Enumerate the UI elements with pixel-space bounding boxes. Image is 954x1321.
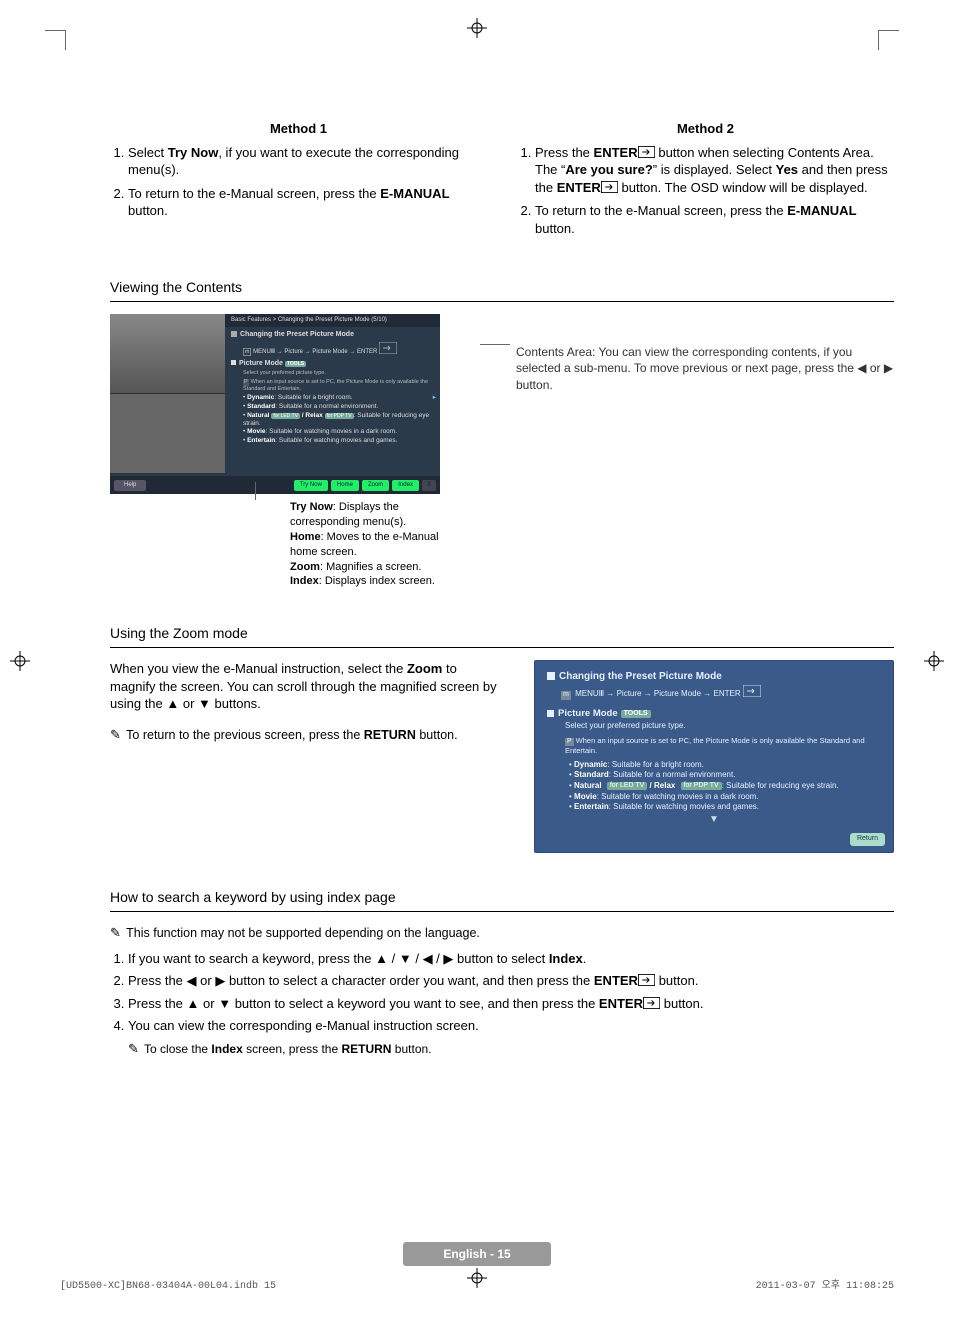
callout-line <box>480 344 510 345</box>
screenshot-index-button: Index <box>392 480 419 491</box>
index-subnote: ✎ To close the Index screen, press the R… <box>128 1040 894 1058</box>
scroll-down-arrow-icon: ▼ <box>547 814 881 826</box>
down-arrow-icon: ▼ <box>198 696 211 711</box>
left-arrow-icon: ◀ <box>187 973 197 988</box>
note-icon: ✎ <box>110 925 121 940</box>
page-number: English - 15 <box>403 1242 550 1266</box>
screenshot-return-button: Return <box>850 833 885 845</box>
zoom-note: ✎ To return to the previous screen, pres… <box>110 726 504 744</box>
section-rule <box>110 301 894 302</box>
screenshot-thumb <box>110 394 225 474</box>
enter-icon <box>601 181 618 193</box>
down-arrow-icon: ▼ <box>399 951 412 966</box>
enter-icon <box>638 146 655 158</box>
section-rule <box>110 647 894 648</box>
screenshot-bullet: • Dynamic: Suitable for a bright room. <box>243 394 434 402</box>
screenshot-bullet: Standard: Suitable for a normal environm… <box>569 770 881 780</box>
screenshot-bullet: • Entertain: Suitable for watching movie… <box>243 437 434 445</box>
screenshot-caption: Try Now: Displays the corresponding menu… <box>290 500 450 589</box>
method-1-column: Method 1 Select Try Now, if you want to … <box>110 120 487 243</box>
page-footer: English - 15 <box>0 1242 954 1266</box>
index-step: Press the ▲ or ▼ button to select a keyw… <box>128 995 894 1013</box>
note-icon: ✎ <box>110 727 121 742</box>
contents-area-callout: Contents Area: You can view the correspo… <box>516 344 894 393</box>
method-2-step: Press the ENTER button when selecting Co… <box>535 144 894 197</box>
screenshot-trynow-button: Try Now <box>294 480 328 491</box>
crop-mark <box>65 30 66 50</box>
screenshot-sidebar <box>110 314 225 474</box>
zoom-heading: Using the Zoom mode <box>110 624 894 643</box>
down-arrow-icon: ▼ <box>218 996 231 1011</box>
imprint-right: 2011-03-07 오후 11:08:25 <box>756 1280 894 1294</box>
register-mark-left <box>10 651 30 671</box>
screenshot-bullet: Movie: Suitable for watching movies in a… <box>569 792 881 802</box>
screenshot-next-arrow: ▸ <box>433 394 436 402</box>
left-arrow-icon: ◀ <box>423 951 433 966</box>
screenshot-bullet: Dynamic: Suitable for a bright room. <box>569 760 881 770</box>
index-step: If you want to search a keyword, press t… <box>128 950 894 968</box>
imprint-line: [UD5500-XC]BN68-03404A-00L04.indb 15 201… <box>60 1280 894 1294</box>
method-2-steps: Press the ENTER button when selecting Co… <box>517 144 894 238</box>
screenshot-breadcrumb: Basic Features > Changing the Preset Pic… <box>225 314 440 327</box>
index-heading: How to search a keyword by using index p… <box>110 888 894 907</box>
method-2-step: To return to the e-Manual screen, press … <box>535 202 894 237</box>
right-arrow-icon: ▶ <box>443 951 453 966</box>
index-steps: If you want to search a keyword, press t… <box>110 950 894 1035</box>
method-1-steps: Select Try Now, if you want to execute t… <box>110 144 487 220</box>
crop-mark <box>45 30 65 31</box>
method-2-title: Method 2 <box>517 120 894 138</box>
enter-icon <box>638 974 655 986</box>
screenshot-bullet: • Movie: Suitable for watching movies in… <box>243 428 434 436</box>
up-arrow-icon: ▲ <box>166 696 179 711</box>
zoom-paragraph: When you view the e-Manual instruction, … <box>110 660 504 713</box>
screenshot-footer: Help Try Now Home Zoom Index X <box>110 476 440 494</box>
screenshot-note-pc: When an input source is set to PC, the P… <box>243 379 428 392</box>
index-step: Press the ◀ or ▶ button to select a char… <box>128 972 894 990</box>
method-1-step: Select Try Now, if you want to execute t… <box>128 144 487 179</box>
up-arrow-icon: ▲ <box>375 951 388 966</box>
imprint-left: [UD5500-XC]BN68-03404A-00L04.indb 15 <box>60 1280 276 1294</box>
method-1-title: Method 1 <box>110 120 487 138</box>
index-step: You can view the corresponding e-Manual … <box>128 1017 894 1035</box>
screenshot-zoom-button: Zoom <box>362 480 389 491</box>
index-note: ✎ This function may not be supported dep… <box>110 924 894 942</box>
screenshot-thumb <box>110 314 225 394</box>
note-icon: ✎ <box>128 1041 139 1056</box>
screenshot-bullet: • Natural for LED TV / Relax for PDP TV:… <box>243 412 434 428</box>
register-mark-right <box>924 651 944 671</box>
screenshot-bullet: Entertain: Suitable for watching movies … <box>569 802 881 812</box>
screenshot-close-button: X <box>422 480 436 491</box>
enter-icon <box>643 997 660 1009</box>
screenshot-home-button: Home <box>331 480 359 491</box>
screenshot-main: Basic Features > Changing the Preset Pic… <box>225 314 440 474</box>
screenshot-zoom-panel: Changing the Preset Picture Mode m MENUⅢ… <box>534 660 894 853</box>
method-1-step: To return to the e-Manual screen, press … <box>128 185 487 220</box>
section-rule <box>110 911 894 912</box>
right-arrow-icon: ▶ <box>215 973 225 988</box>
method-2-column: Method 2 Press the ENTER button when sel… <box>517 120 894 243</box>
screenshot-bullet: Natural for LED TV / Relax for PDP TV: S… <box>569 781 881 791</box>
viewing-heading: Viewing the Contents <box>110 278 894 297</box>
screenshot-contents-panel: Basic Features > Changing the Preset Pic… <box>110 314 440 494</box>
screenshot-help-button: Help <box>114 480 146 491</box>
crop-mark <box>878 30 879 50</box>
register-mark-top <box>467 18 487 38</box>
up-arrow-icon: ▲ <box>187 996 200 1011</box>
screenshot-bullet: • Standard: Suitable for a normal enviro… <box>243 403 434 411</box>
crop-mark <box>879 30 899 31</box>
